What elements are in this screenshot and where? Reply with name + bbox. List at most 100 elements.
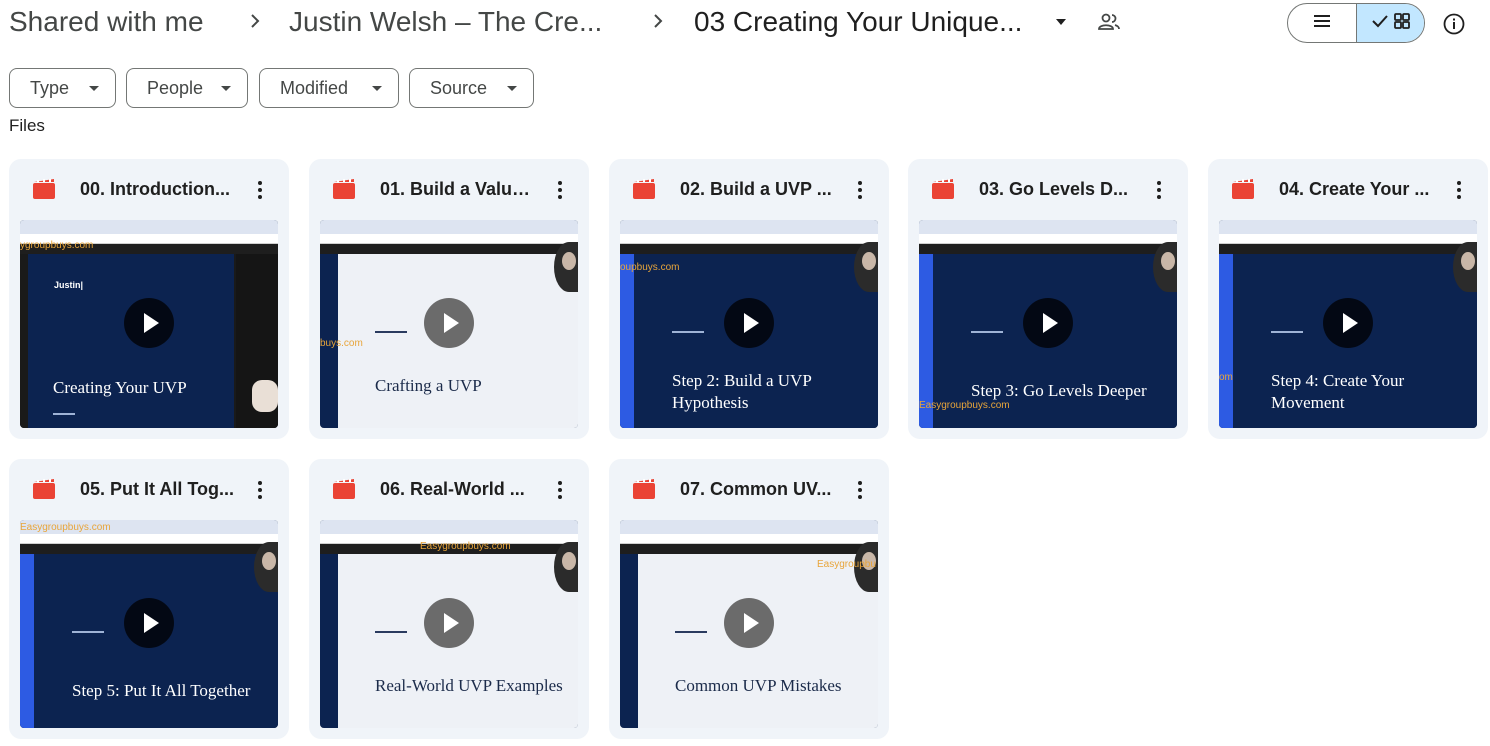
- video-file-icon: [333, 479, 355, 499]
- slide-title: Real-World UVP Examples: [375, 676, 563, 695]
- caret-down-icon: [89, 86, 99, 91]
- card-header: 02. Build a UVP ...: [609, 159, 889, 219]
- card-header: 07. Common UV...: [609, 459, 889, 519]
- play-icon[interactable]: [424, 298, 474, 348]
- file-card[interactable]: 07. Common UV... Easygroupbu Common UVP …: [609, 459, 889, 739]
- filter-label: Source: [430, 77, 488, 98]
- video-file-icon: [33, 179, 55, 199]
- file-card[interactable]: 03. Go Levels D... Step 3: Go Levels Dee…: [908, 159, 1188, 439]
- slide-title: Step 3: Go Levels Deeper: [971, 381, 1147, 400]
- more-vertical-icon[interactable]: [549, 177, 571, 203]
- video-thumbnail[interactable]: ygroupbuys.com Justin| Creating Your UVP: [20, 220, 278, 428]
- play-icon[interactable]: [724, 298, 774, 348]
- video-thumbnail[interactable]: buys.com Crafting a UVP: [320, 220, 578, 428]
- video-thumbnail[interactable]: Easygroupbuys.com Step 5: Put It All Tog…: [20, 520, 278, 728]
- more-vertical-icon[interactable]: [849, 177, 871, 203]
- slide-divider: [375, 631, 407, 633]
- video-thumbnail[interactable]: Step 3: Go Levels Deeper Easygroupbuys.c…: [919, 220, 1177, 428]
- chevron-right-icon: [249, 10, 261, 32]
- video-thumbnail[interactable]: Easygroupbuys.com Real-World UVP Example…: [320, 520, 578, 728]
- watermark: ygroupbuys.com: [20, 240, 94, 251]
- breadcrumb-shared-with-me[interactable]: Shared with me: [9, 4, 204, 40]
- card-header: 06. Real-World ...: [309, 459, 589, 519]
- video-file-icon: [633, 479, 655, 499]
- breadcrumb-parent-folder[interactable]: Justin Welsh – The Cre...: [289, 4, 602, 40]
- grid-view-button[interactable]: [1356, 4, 1424, 42]
- more-vertical-icon[interactable]: [849, 477, 871, 503]
- breadcrumb-current-folder[interactable]: 03 Creating Your Unique...: [694, 4, 1022, 40]
- video-thumbnail[interactable]: om Step 4: Create Your Movement: [1219, 220, 1477, 428]
- slide-accent-strip: [620, 554, 638, 728]
- presenter-video: [1153, 242, 1177, 292]
- grid-view-icon: [1393, 12, 1411, 35]
- filter-source[interactable]: Source: [409, 68, 534, 108]
- play-icon[interactable]: [724, 598, 774, 648]
- slide-accent-strip: [20, 554, 34, 728]
- thumbnail-browser-bar: [320, 220, 578, 234]
- people-icon: [1097, 10, 1121, 34]
- watermark: om: [1219, 372, 1233, 383]
- video-file-icon: [333, 179, 355, 199]
- file-card[interactable]: 05. Put It All Tog... Easygroupbuys.com …: [9, 459, 289, 739]
- more-vertical-icon[interactable]: [549, 477, 571, 503]
- watermark: oupbuys.com: [620, 262, 680, 273]
- file-name: 03. Go Levels D...: [979, 179, 1129, 199]
- slide-divider: [675, 631, 707, 633]
- slide-divider: [375, 331, 407, 333]
- file-name: 05. Put It All Tog...: [80, 479, 235, 499]
- presenter-hand: [252, 380, 278, 412]
- caret-down-icon: [372, 86, 382, 91]
- caret-down-icon: [221, 86, 231, 91]
- filter-people[interactable]: People: [126, 68, 248, 108]
- file-card[interactable]: 01. Build a Value ... buys.com Crafting …: [309, 159, 589, 439]
- play-icon[interactable]: [1323, 298, 1373, 348]
- slide-title: Step 2: Build a UVP Hypothesis: [672, 371, 812, 412]
- video-thumbnail[interactable]: oupbuys.com Step 2: Build a UVP Hypothes…: [620, 220, 878, 428]
- file-card[interactable]: 02. Build a UVP ... oupbuys.com Step 2: …: [609, 159, 889, 439]
- file-name: 01. Build a Value ...: [380, 179, 540, 199]
- file-name: 04. Create Your ...: [1279, 179, 1430, 199]
- presenter-video: [554, 542, 578, 592]
- card-header: 00. Introduction...: [9, 159, 289, 219]
- file-card[interactable]: 00. Introduction... ygroupbuys.com Justi…: [9, 159, 289, 439]
- thumbnail-toolbar: [1219, 244, 1477, 254]
- slide-divider: [53, 413, 75, 415]
- thumbnail-browser-bar: [1219, 220, 1477, 234]
- video-thumbnail[interactable]: Easygroupbu Common UVP Mistakes: [620, 520, 878, 728]
- play-icon[interactable]: [124, 598, 174, 648]
- slide-divider: [971, 331, 1003, 333]
- slide-accent-strip: [620, 254, 634, 428]
- thumbnail-toolbar: [320, 244, 578, 254]
- watermark: Easygroupbuys.com: [919, 400, 1010, 411]
- thumbnail-browser-bar: [919, 220, 1177, 234]
- play-icon[interactable]: [124, 298, 174, 348]
- section-label: Files: [9, 116, 45, 135]
- play-icon[interactable]: [1023, 298, 1073, 348]
- file-card[interactable]: 06. Real-World ... Easygroupbuys.com Rea…: [309, 459, 589, 739]
- filter-label: Modified: [280, 77, 349, 98]
- slide-title: Common UVP Mistakes: [675, 676, 842, 695]
- thumbnail-toolbar: [20, 544, 278, 554]
- more-vertical-icon[interactable]: [1448, 177, 1470, 203]
- slide-title: Creating Your UVP: [53, 378, 187, 397]
- file-name: 02. Build a UVP ...: [680, 179, 832, 199]
- filter-modified[interactable]: Modified: [259, 68, 399, 108]
- thumbnail-address-bar: [20, 534, 278, 544]
- filter-label: People: [147, 77, 204, 98]
- checkmark-icon: [1371, 13, 1389, 34]
- card-header: 05. Put It All Tog...: [9, 459, 289, 519]
- more-vertical-icon[interactable]: [1148, 177, 1170, 203]
- play-icon[interactable]: [424, 598, 474, 648]
- info-icon[interactable]: [1442, 12, 1466, 36]
- file-card[interactable]: 04. Create Your ... om Step 4: Create Yo…: [1208, 159, 1488, 439]
- more-vertical-icon[interactable]: [249, 477, 271, 503]
- thumbnail-address-bar: [320, 234, 578, 244]
- thumbnail-browser-bar: [620, 220, 878, 234]
- video-file-icon: [33, 479, 55, 499]
- list-view-button[interactable]: [1288, 4, 1356, 42]
- filter-type[interactable]: Type: [9, 68, 116, 108]
- caret-down-icon[interactable]: [1052, 14, 1070, 30]
- presenter-video: [854, 242, 878, 292]
- more-vertical-icon[interactable]: [249, 177, 271, 203]
- watermark: buys.com: [320, 338, 363, 349]
